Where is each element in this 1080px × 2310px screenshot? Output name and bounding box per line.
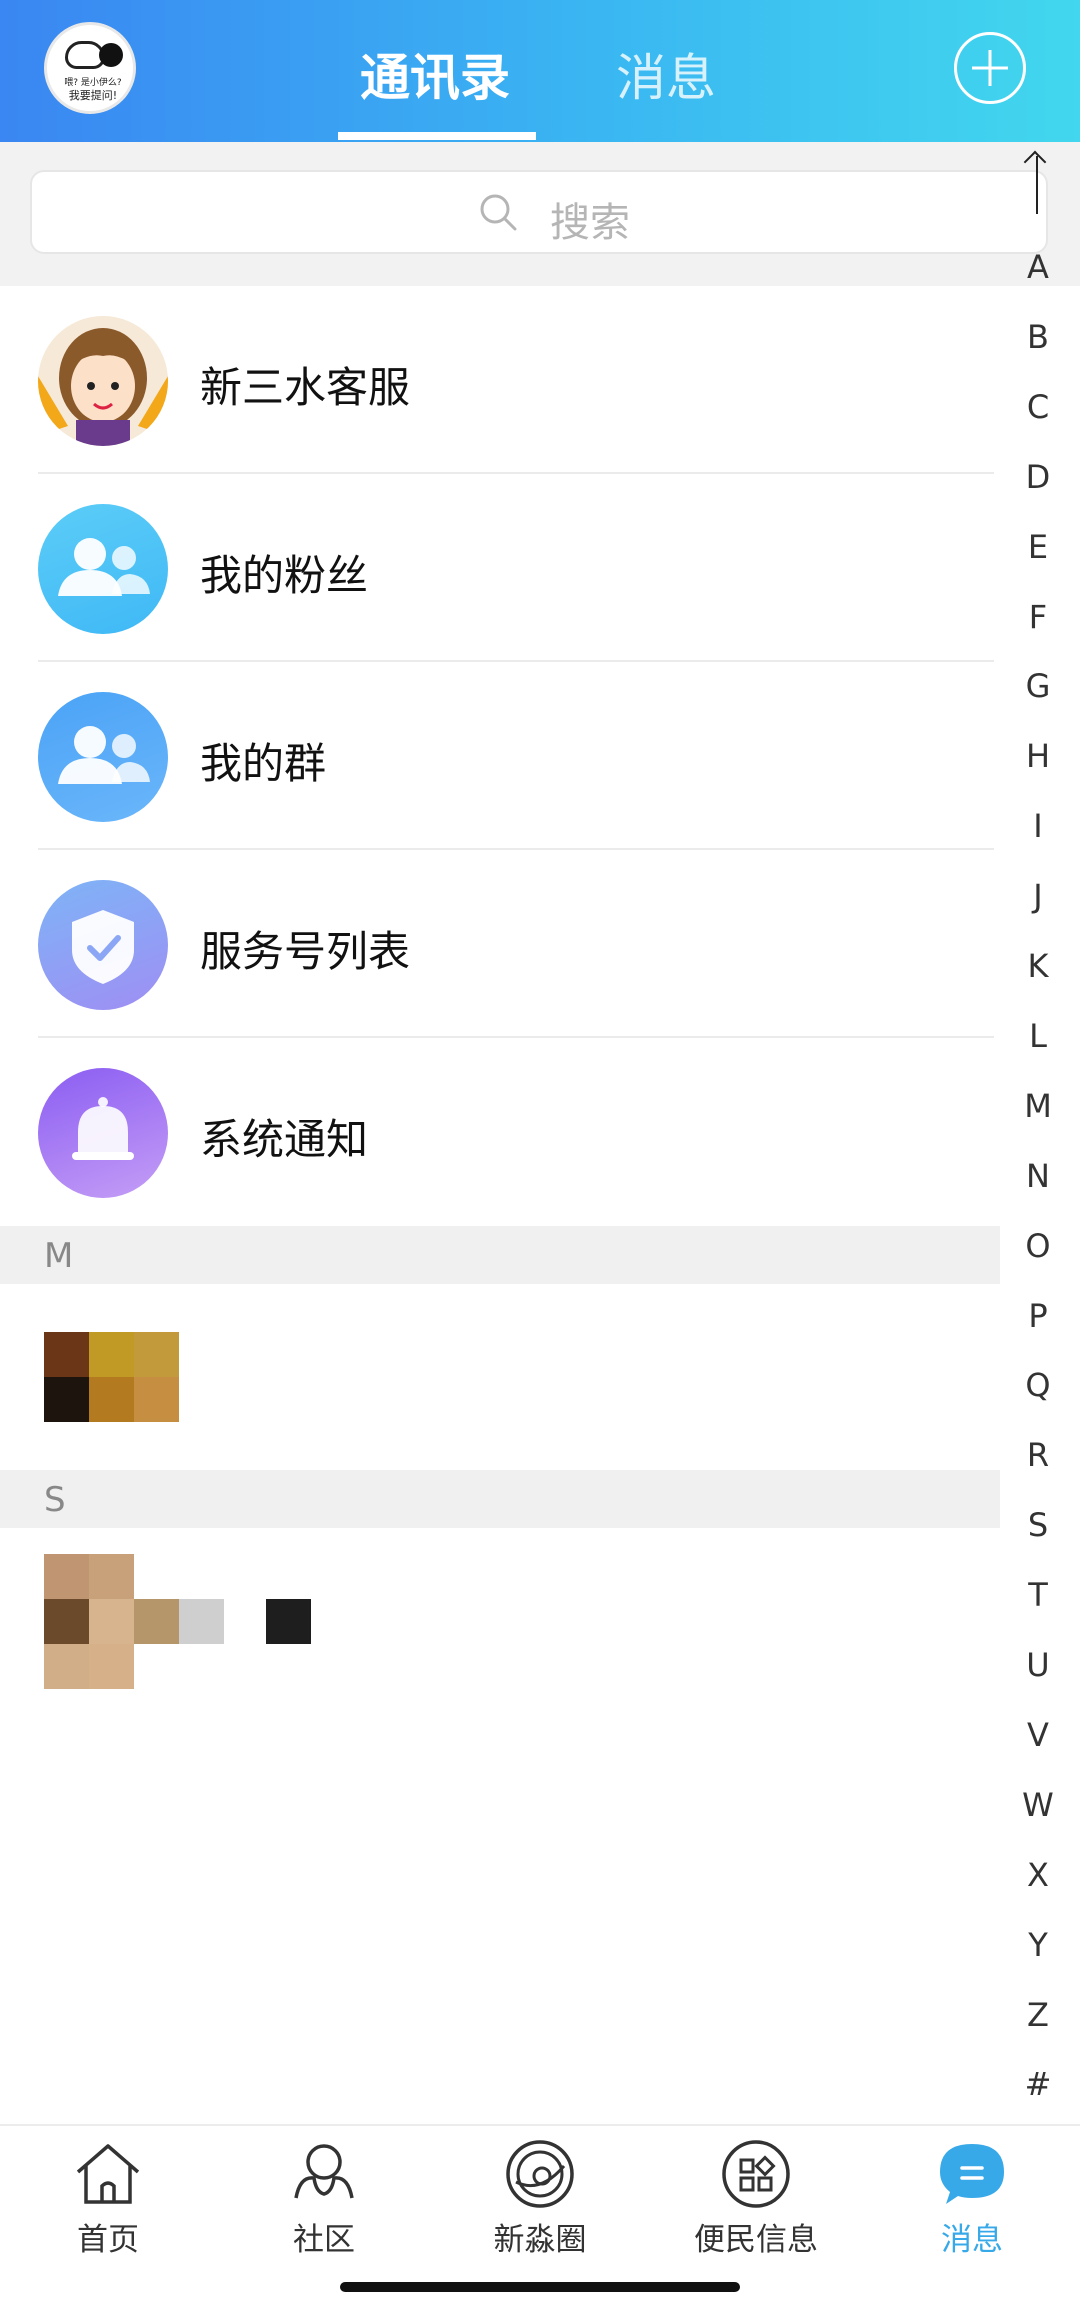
nav-label: 消息 [941, 2222, 1003, 2258]
nav-home[interactable]: 首页 [18, 2138, 198, 2278]
search-placeholder: 搜索 [550, 200, 630, 246]
list-item-label: 我的群 [200, 739, 327, 788]
tab-contacts[interactable]: 通讯录 [360, 38, 510, 110]
search-icon [480, 194, 517, 231]
group-icon [38, 692, 168, 822]
home-indicator [340, 2282, 740, 2292]
nav-circle[interactable]: 新淼圈 [450, 2138, 630, 2278]
index-letter[interactable]: Y [1010, 1926, 1066, 1964]
people-icon [38, 504, 168, 634]
nav-messages[interactable]: 消息 [882, 2138, 1062, 2278]
index-letter[interactable]: D [1010, 458, 1066, 496]
tab-messages[interactable]: 消息 [616, 38, 716, 110]
index-letter[interactable]: O [1010, 1227, 1066, 1265]
list-item-system-notices[interactable]: 系统通知 [0, 1038, 1000, 1226]
search-area: 搜索 [0, 142, 1080, 286]
add-button[interactable] [954, 32, 1026, 104]
index-letter[interactable]: X [1010, 1856, 1066, 1894]
index-letter[interactable]: H [1010, 737, 1066, 775]
nav-label: 首页 [77, 2222, 139, 2258]
top-header: 喂? 是小伊么? 我要提问! 通讯录 消息 [0, 0, 1080, 142]
search-input[interactable]: 搜索 [30, 170, 1048, 254]
nav-services[interactable]: 便民信息 [666, 2138, 846, 2278]
planet-icon [506, 2140, 574, 2208]
index-letter[interactable]: A [1010, 248, 1066, 286]
index-letter[interactable]: P [1010, 1297, 1066, 1335]
list-item-label: 系统通知 [200, 1115, 369, 1164]
contact-row-m[interactable] [0, 1284, 1000, 1470]
community-icon [294, 2144, 354, 2199]
index-letter[interactable]: L [1010, 1017, 1066, 1055]
index-letter[interactable]: K [1010, 947, 1066, 985]
avatar-phone-drawing [99, 43, 123, 67]
bell-icon [38, 1068, 168, 1198]
list-item-label: 我的粉丝 [200, 551, 369, 600]
list-item-my-fans[interactable]: 我的粉丝 [0, 474, 1000, 662]
index-letter[interactable]: F [1010, 598, 1066, 636]
index-letter[interactable]: Z [1010, 1996, 1066, 2034]
index-letter[interactable]: J [1010, 877, 1066, 915]
index-letter[interactable]: T [1010, 1576, 1066, 1614]
scroll-to-top-arrow-icon[interactable] [1036, 156, 1038, 214]
nav-community[interactable]: 社区 [234, 2138, 414, 2278]
avatar-caption-line2: 我要提问! [68, 89, 118, 102]
nav-label: 新淼圈 [493, 2222, 587, 2258]
index-letter[interactable]: M [1010, 1087, 1066, 1125]
index-letter[interactable]: Q [1010, 1366, 1066, 1404]
nav-label: 社区 [293, 2222, 355, 2258]
contacts-list: 新三水客服 我的粉丝 我的群 服务号列表 系统通知 [0, 286, 1000, 1226]
section-letter: M [44, 1236, 74, 1276]
section-header-s: S [0, 1470, 1000, 1528]
active-tab-indicator [338, 132, 536, 140]
section-letter: S [44, 1480, 66, 1520]
list-item-customer-service[interactable]: 新三水客服 [0, 286, 1000, 474]
index-letter[interactable]: # [1010, 2065, 1066, 2103]
section-header-m: M [0, 1226, 1000, 1284]
index-letter[interactable]: I [1010, 807, 1066, 845]
shield-check-icon [38, 880, 168, 1010]
customer-service-avatar [38, 316, 168, 446]
index-letter[interactable]: W [1010, 1786, 1066, 1824]
index-letter[interactable]: G [1010, 667, 1066, 705]
list-item-service-accounts[interactable]: 服务号列表 [0, 850, 1000, 1038]
nav-label: 便民信息 [694, 2222, 818, 2258]
list-item-label: 服务号列表 [200, 927, 411, 976]
index-letter[interactable]: E [1010, 528, 1066, 566]
chat-bubble-icon [940, 2144, 1004, 2204]
grid-apps-icon [722, 2140, 790, 2208]
list-item-label: 新三水客服 [200, 363, 411, 412]
index-letter[interactable]: C [1010, 388, 1066, 426]
list-item-my-groups[interactable]: 我的群 [0, 662, 1000, 850]
index-letter[interactable]: N [1010, 1157, 1066, 1195]
index-letter[interactable]: V [1010, 1716, 1066, 1754]
home-icon [76, 2144, 140, 2204]
user-avatar[interactable]: 喂? 是小伊么? 我要提问! [44, 22, 136, 114]
index-letter[interactable]: U [1010, 1646, 1066, 1684]
index-letter[interactable]: R [1010, 1436, 1066, 1474]
index-letter[interactable]: B [1010, 318, 1066, 356]
index-letter[interactable]: S [1010, 1506, 1066, 1544]
contact-row-s[interactable] [0, 1528, 1000, 1698]
contact-name-blurred [266, 1599, 311, 1644]
